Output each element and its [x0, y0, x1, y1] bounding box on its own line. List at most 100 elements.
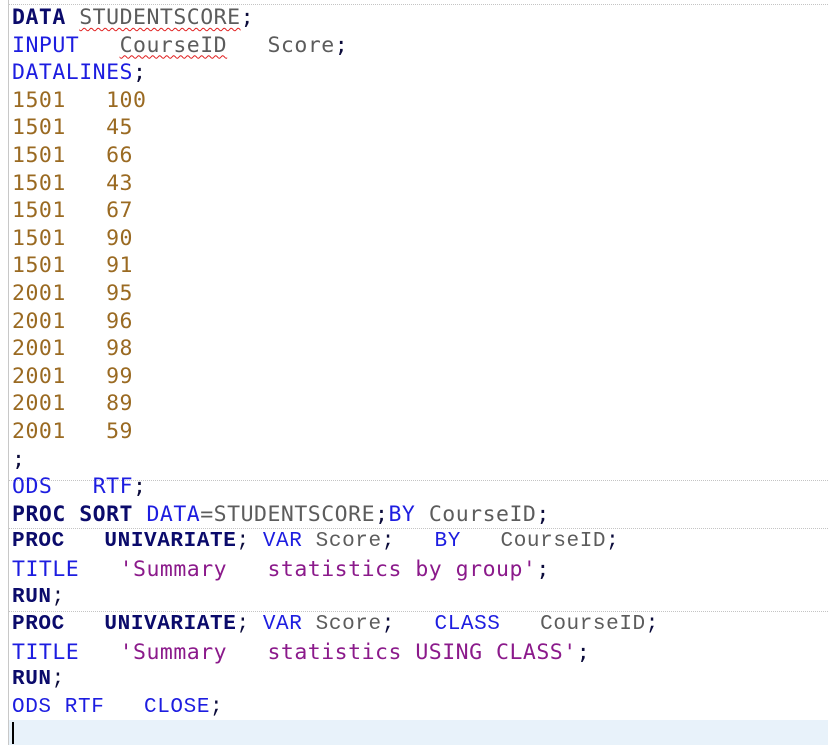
code-line[interactable]: 2001 96: [12, 308, 133, 335]
code-line[interactable]: 2001 99: [12, 363, 133, 390]
code-token-kw-bold: RUN: [12, 668, 52, 692]
code-token-punct: ;: [236, 530, 250, 554]
code-line[interactable]: 1501 90: [12, 225, 133, 252]
code-token-kw: ODS RTF: [12, 696, 105, 719]
code-line[interactable]: RUN;: [12, 584, 65, 611]
code-line[interactable]: 1501 91: [12, 252, 133, 279]
code-token-punct: ;: [133, 60, 147, 86]
code-line[interactable]: TITLE 'Summary statistics by group';: [12, 556, 550, 583]
code-token-kw: CLOSE: [144, 696, 211, 719]
code-token-data: 2001 89: [12, 391, 133, 417]
code-token-punct: ;: [381, 530, 395, 554]
code-token-data: 1501 43: [12, 170, 133, 196]
code-editor[interactable]: DATA STUDENTSCORE; INPUT CourseID Score; D…: [0, 0, 828, 745]
code-line[interactable]: 1501 100: [12, 87, 146, 114]
code-token-punct: ;: [51, 668, 65, 692]
code-token-kw: BY: [388, 501, 416, 527]
code-line[interactable]: 2001 98: [12, 335, 133, 362]
code-line[interactable]: 2001 89: [12, 390, 133, 417]
code-line[interactable]: PROC UNIVARIATE; VAR Score; CLASS Course…: [12, 611, 659, 638]
code-token-kw-bold: UNIVARIATE: [104, 613, 237, 637]
code-line[interactable]: 2001 59: [12, 418, 133, 445]
code-token-punct: ;: [576, 639, 591, 665]
code-token-ident: Score: [267, 32, 335, 58]
code-token-ident: Score: [315, 613, 382, 637]
code-token-data: 1501 91: [12, 253, 133, 279]
code-token-ident: CourseID: [119, 32, 228, 58]
code-token-kw: DATA: [146, 501, 201, 527]
code-line[interactable]: 1501 67: [12, 197, 133, 224]
code-token-kw: DATALINES: [12, 60, 133, 86]
code-line[interactable]: 1501 66: [12, 142, 133, 169]
code-token-ident: =STUDENTSCORE: [200, 501, 376, 527]
code-token-str: 'Summary statistics by group': [119, 557, 537, 582]
code-line[interactable]: 1501 45: [12, 114, 133, 141]
code-line[interactable]: RUN;: [12, 666, 65, 693]
text-cursor: [12, 722, 14, 744]
code-token-punct: ;: [51, 585, 65, 609]
code-token-kw-bold: PROC: [12, 530, 65, 554]
code-token-punct: ;: [536, 501, 550, 527]
editor-left-border: [8, 0, 9, 745]
code-token-kw: TITLE: [12, 557, 80, 582]
code-token-punct: ;: [210, 696, 224, 719]
code-token-kw: BY: [434, 530, 461, 554]
code-token-punct: ;: [375, 501, 389, 527]
code-line[interactable]: DATALINES;: [12, 59, 146, 86]
code-token-data: 1501 66: [12, 143, 133, 168]
code-token-kw-bold: UNIVARIATE: [104, 530, 237, 554]
code-token-ident: STUDENTSCORE: [79, 5, 241, 30]
code-token-punct: ;: [606, 530, 620, 554]
code-token-data: 2001 95: [12, 281, 133, 306]
code-token-kw: ODS: [12, 474, 53, 500]
code-token-kw-bold: PROC SORT: [12, 501, 133, 527]
code-token-ident: CourseID: [428, 501, 537, 527]
code-token-kw: RTF: [92, 474, 134, 500]
code-token-kw-bold: PROC: [12, 613, 65, 637]
code-line[interactable]: ODS RTF;: [12, 473, 146, 500]
code-token-data: 2001 98: [12, 336, 133, 362]
code-token-punct: ;: [381, 613, 395, 637]
code-token-data: 1501 90: [12, 225, 133, 251]
code-token-punct: ;: [236, 613, 250, 637]
code-token-kw-bold: DATA: [12, 5, 66, 30]
code-token-kw: VAR: [262, 530, 303, 554]
code-line[interactable]: DATA STUDENTSCORE;: [12, 4, 254, 31]
code-token-punct: ;: [240, 5, 255, 30]
code-line[interactable]: TITLE 'Summary statistics USING CLASS';: [12, 639, 590, 666]
code-line[interactable]: PROC SORT DATA=STUDENTSCORE;BY CourseID;: [12, 501, 550, 528]
code-token-data: 2001 59: [12, 419, 133, 444]
code-token-kw: TITLE: [12, 639, 80, 665]
code-token-punct: ;: [133, 474, 147, 500]
code-line[interactable]: ;: [12, 446, 25, 473]
code-token-punct: ;: [334, 32, 349, 58]
code-token-kw: VAR: [262, 613, 303, 637]
code-line[interactable]: INPUT CourseID Score;: [12, 32, 348, 59]
code-token-punct: ;: [536, 557, 550, 582]
code-token-data: 1501 67: [12, 198, 133, 224]
code-token-ident: CourseID: [500, 530, 607, 554]
code-token-ident: CourseID: [540, 613, 646, 637]
code-line[interactable]: ODS RTF CLOSE;: [12, 694, 223, 721]
code-line[interactable]: 2001 95: [12, 280, 133, 307]
code-line[interactable]: 1501 43: [12, 170, 133, 197]
code-token-kw: INPUT: [12, 32, 80, 58]
code-line[interactable]: PROC UNIVARIATE; VAR Score; BY CourseID;: [12, 528, 619, 555]
code-token-data: 2001 99: [12, 363, 133, 389]
